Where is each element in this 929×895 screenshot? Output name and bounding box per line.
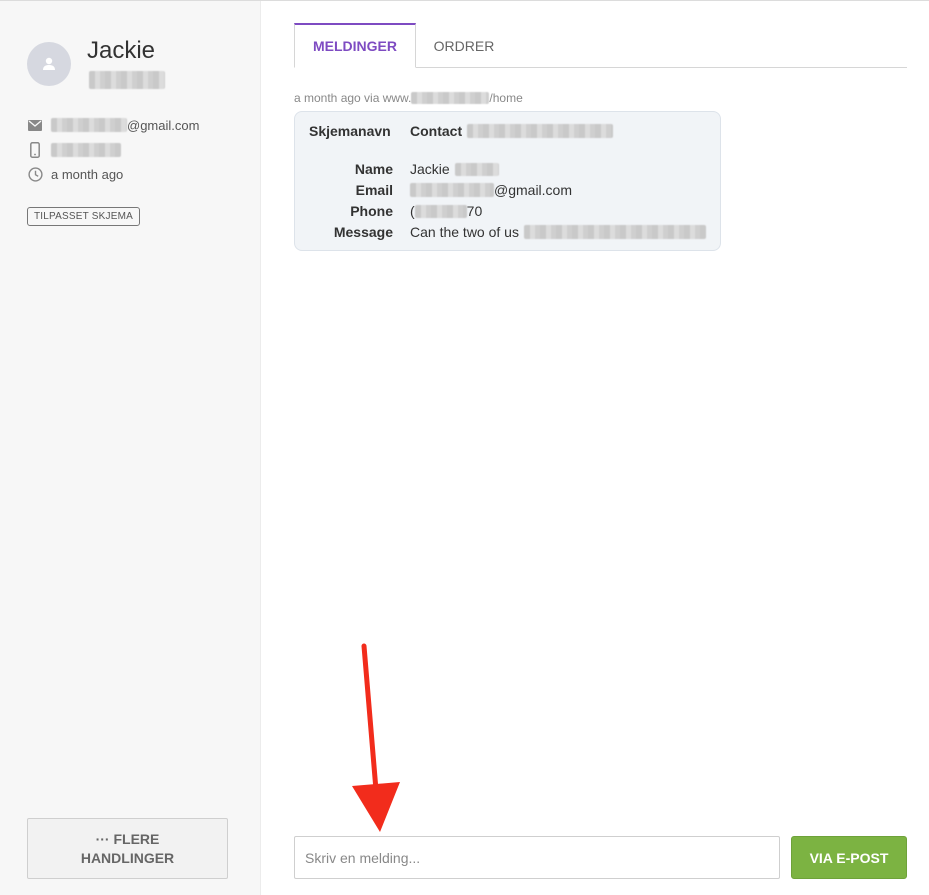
phone-number-redacted	[414, 204, 467, 218]
phone-prefix: (	[410, 203, 415, 219]
more-actions-line1: ··· FLERE	[95, 830, 160, 847]
contact-subtitle-redacted	[89, 71, 165, 89]
message-meta-suffix: /home	[489, 91, 523, 105]
message-text: Can the two of us	[410, 224, 519, 240]
mobile-phone-icon	[27, 142, 43, 158]
tab-messages[interactable]: MELDINGER	[294, 23, 416, 68]
email-redacted	[51, 118, 127, 132]
message-input[interactable]	[294, 836, 780, 879]
surname-redacted	[454, 162, 499, 176]
envelope-icon	[27, 117, 43, 133]
email-value: @gmail.com	[410, 182, 572, 198]
name-label: Name	[354, 161, 393, 177]
contact-phone	[27, 142, 121, 158]
message-label: Message	[333, 224, 393, 240]
send-via-email-button[interactable]: VIA E-POST	[791, 836, 907, 879]
message-meta: a month ago via www. /home	[294, 91, 523, 105]
avatar	[27, 42, 71, 86]
email-label: Email	[355, 182, 393, 198]
contact-email: @gmail.com	[27, 117, 199, 133]
email-text: @gmail.com	[494, 182, 573, 198]
phone-suffix: 70	[466, 203, 483, 219]
contact-name: Jackie	[87, 37, 156, 64]
clock-icon	[27, 166, 43, 182]
message-rest-redacted	[523, 225, 706, 239]
form-submission-card: Skjemanavn Contact Name Jackie Email @gm…	[294, 111, 721, 251]
message-value: Can the two of us	[410, 224, 706, 240]
annotation-arrow	[352, 643, 400, 832]
tab-orders[interactable]: ORDRER	[416, 23, 512, 68]
contact-sidebar: Jackie @gmail.com a month ago TILPASSET …	[0, 1, 261, 895]
phone-label: Phone	[350, 203, 393, 219]
form-tag-badge[interactable]: TILPASSET SKJEMA	[27, 207, 140, 226]
email-local-redacted	[410, 183, 494, 197]
email-domain: @gmail.com	[127, 117, 200, 133]
created-time: a month ago	[51, 166, 124, 182]
form-name-text: Contact	[410, 123, 463, 139]
name-value: Jackie	[410, 161, 499, 177]
domain-redacted	[411, 92, 490, 104]
conversation-tabs: MELDINGER ORDRER	[294, 23, 907, 68]
phone-value: ( 70	[410, 203, 482, 219]
form-name-label: Skjemanavn	[309, 123, 391, 139]
more-actions-line2: HANDLINGER	[80, 849, 175, 866]
name-text: Jackie	[410, 161, 450, 177]
form-name-value: Contact	[410, 123, 614, 139]
user-icon	[43, 57, 55, 70]
message-meta-prefix: a month ago via www.	[294, 91, 412, 105]
contact-created: a month ago	[27, 166, 123, 182]
more-actions-button[interactable]: ··· FLERE HANDLINGER	[27, 818, 228, 879]
form-name-redacted	[467, 124, 614, 138]
phone-redacted	[51, 143, 121, 157]
